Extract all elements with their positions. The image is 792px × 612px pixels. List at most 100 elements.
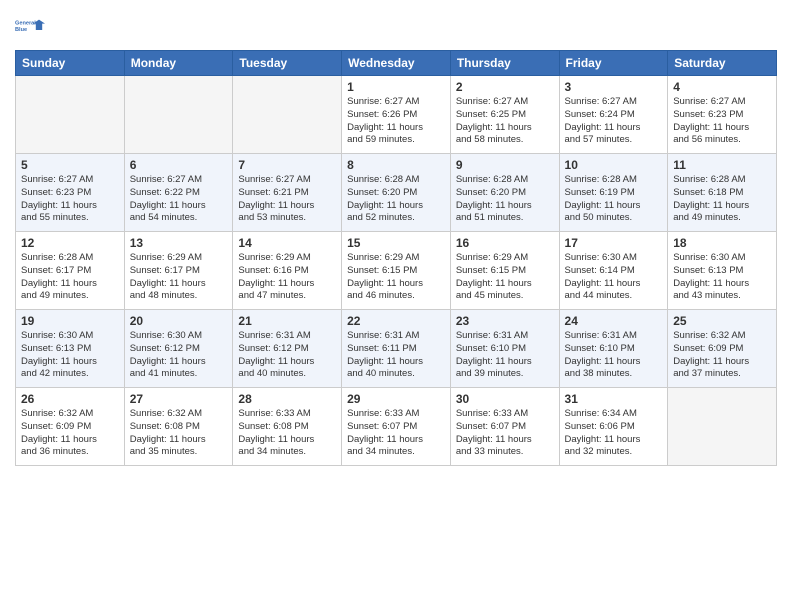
day-of-week-header: Tuesday [233, 51, 342, 76]
calendar-day-cell: 28 Sunrise: 6:33 AM Sunset: 6:08 PM Dayli… [233, 388, 342, 466]
calendar-day-cell: 25 Sunrise: 6:32 AM Sunset: 6:09 PM Dayli… [668, 310, 777, 388]
day-number: 20 [130, 314, 228, 328]
day-info: Sunrise: 6:31 AM Sunset: 6:10 PM Dayligh… [456, 330, 554, 381]
day-number: 3 [565, 80, 663, 94]
day-number: 2 [456, 80, 554, 94]
day-of-week-header: Saturday [668, 51, 777, 76]
page-container: GeneralBlue SundayMondayTuesdayWednesday… [0, 0, 792, 612]
logo-icon: GeneralBlue [15, 10, 47, 42]
day-number: 8 [347, 158, 445, 172]
calendar-day-cell: 21 Sunrise: 6:31 AM Sunset: 6:12 PM Dayli… [233, 310, 342, 388]
calendar-day-cell: 30 Sunrise: 6:33 AM Sunset: 6:07 PM Dayli… [450, 388, 559, 466]
day-number: 27 [130, 392, 228, 406]
calendar-day-cell [124, 76, 233, 154]
day-info: Sunrise: 6:29 AM Sunset: 6:15 PM Dayligh… [347, 252, 445, 303]
day-number: 15 [347, 236, 445, 250]
day-info: Sunrise: 6:32 AM Sunset: 6:09 PM Dayligh… [21, 408, 119, 459]
day-number: 19 [21, 314, 119, 328]
calendar-day-cell: 26 Sunrise: 6:32 AM Sunset: 6:09 PM Dayli… [16, 388, 125, 466]
calendar-day-cell: 23 Sunrise: 6:31 AM Sunset: 6:10 PM Dayli… [450, 310, 559, 388]
day-number: 28 [238, 392, 336, 406]
day-number: 17 [565, 236, 663, 250]
day-info: Sunrise: 6:27 AM Sunset: 6:23 PM Dayligh… [673, 96, 771, 147]
day-of-week-header: Thursday [450, 51, 559, 76]
day-info: Sunrise: 6:27 AM Sunset: 6:24 PM Dayligh… [565, 96, 663, 147]
day-number: 25 [673, 314, 771, 328]
day-info: Sunrise: 6:27 AM Sunset: 6:25 PM Dayligh… [456, 96, 554, 147]
day-info: Sunrise: 6:30 AM Sunset: 6:12 PM Dayligh… [130, 330, 228, 381]
day-number: 22 [347, 314, 445, 328]
logo: GeneralBlue [15, 10, 47, 42]
day-of-week-header: Friday [559, 51, 668, 76]
day-number: 6 [130, 158, 228, 172]
day-number: 7 [238, 158, 336, 172]
day-info: Sunrise: 6:29 AM Sunset: 6:15 PM Dayligh… [456, 252, 554, 303]
calendar-day-cell: 27 Sunrise: 6:32 AM Sunset: 6:08 PM Dayli… [124, 388, 233, 466]
calendar-day-cell: 1 Sunrise: 6:27 AM Sunset: 6:26 PM Daylig… [342, 76, 451, 154]
day-number: 11 [673, 158, 771, 172]
day-number: 13 [130, 236, 228, 250]
day-info: Sunrise: 6:31 AM Sunset: 6:12 PM Dayligh… [238, 330, 336, 381]
calendar-day-cell: 4 Sunrise: 6:27 AM Sunset: 6:23 PM Daylig… [668, 76, 777, 154]
calendar-week-row: 5Sunrise: 6:27 AM Sunset: 6:23 PM Daylig… [16, 154, 777, 232]
calendar-day-cell: 17 Sunrise: 6:30 AM Sunset: 6:14 PM Dayli… [559, 232, 668, 310]
day-number: 29 [347, 392, 445, 406]
day-info: Sunrise: 6:30 AM Sunset: 6:13 PM Dayligh… [673, 252, 771, 303]
day-number: 18 [673, 236, 771, 250]
day-info: Sunrise: 6:31 AM Sunset: 6:11 PM Dayligh… [347, 330, 445, 381]
day-of-week-header: Monday [124, 51, 233, 76]
calendar-week-row: 19 Sunrise: 6:30 AM Sunset: 6:13 PM Dayli… [16, 310, 777, 388]
day-info: Sunrise: 6:30 AM Sunset: 6:14 PM Dayligh… [565, 252, 663, 303]
day-info: Sunrise: 6:33 AM Sunset: 6:07 PM Dayligh… [456, 408, 554, 459]
svg-text:General: General [15, 20, 36, 26]
calendar-day-cell: 13Sunrise: 6:29 AM Sunset: 6:17 PM Dayli… [124, 232, 233, 310]
calendar-header-row: SundayMondayTuesdayWednesdayThursdayFrid… [16, 51, 777, 76]
calendar-day-cell: 14Sunrise: 6:29 AM Sunset: 6:16 PM Dayli… [233, 232, 342, 310]
day-number: 14 [238, 236, 336, 250]
day-info: Sunrise: 6:30 AM Sunset: 6:13 PM Dayligh… [21, 330, 119, 381]
calendar-day-cell: 18 Sunrise: 6:30 AM Sunset: 6:13 PM Dayli… [668, 232, 777, 310]
day-info: Sunrise: 6:32 AM Sunset: 6:09 PM Dayligh… [673, 330, 771, 381]
day-number: 21 [238, 314, 336, 328]
calendar-day-cell: 10 Sunrise: 6:28 AM Sunset: 6:19 PM Dayli… [559, 154, 668, 232]
day-info: Sunrise: 6:28 AM Sunset: 6:20 PM Dayligh… [456, 174, 554, 225]
calendar-day-cell: 22 Sunrise: 6:31 AM Sunset: 6:11 PM Dayli… [342, 310, 451, 388]
calendar-table: SundayMondayTuesdayWednesdayThursdayFrid… [15, 50, 777, 466]
day-number: 23 [456, 314, 554, 328]
day-of-week-header: Sunday [16, 51, 125, 76]
calendar-week-row: 12Sunrise: 6:28 AM Sunset: 6:17 PM Dayli… [16, 232, 777, 310]
day-info: Sunrise: 6:28 AM Sunset: 6:19 PM Dayligh… [565, 174, 663, 225]
day-of-week-header: Wednesday [342, 51, 451, 76]
day-number: 1 [347, 80, 445, 94]
calendar-day-cell: 31Sunrise: 6:34 AM Sunset: 6:06 PM Dayli… [559, 388, 668, 466]
calendar-day-cell: 3 Sunrise: 6:27 AM Sunset: 6:24 PM Daylig… [559, 76, 668, 154]
calendar-day-cell: 24 Sunrise: 6:31 AM Sunset: 6:10 PM Dayli… [559, 310, 668, 388]
calendar-day-cell: 9 Sunrise: 6:28 AM Sunset: 6:20 PM Daylig… [450, 154, 559, 232]
day-number: 4 [673, 80, 771, 94]
svg-text:Blue: Blue [15, 27, 27, 33]
calendar-day-cell: 11Sunrise: 6:28 AM Sunset: 6:18 PM Dayli… [668, 154, 777, 232]
calendar-day-cell: 15 Sunrise: 6:29 AM Sunset: 6:15 PM Dayli… [342, 232, 451, 310]
day-info: Sunrise: 6:32 AM Sunset: 6:08 PM Dayligh… [130, 408, 228, 459]
day-info: Sunrise: 6:28 AM Sunset: 6:20 PM Dayligh… [347, 174, 445, 225]
day-number: 16 [456, 236, 554, 250]
day-info: Sunrise: 6:31 AM Sunset: 6:10 PM Dayligh… [565, 330, 663, 381]
calendar-day-cell: 7 Sunrise: 6:27 AM Sunset: 6:21 PM Daylig… [233, 154, 342, 232]
day-info: Sunrise: 6:27 AM Sunset: 6:21 PM Dayligh… [238, 174, 336, 225]
day-info: Sunrise: 6:27 AM Sunset: 6:26 PM Dayligh… [347, 96, 445, 147]
calendar-day-cell: 20 Sunrise: 6:30 AM Sunset: 6:12 PM Dayli… [124, 310, 233, 388]
day-number: 30 [456, 392, 554, 406]
day-info: Sunrise: 6:28 AM Sunset: 6:17 PM Dayligh… [21, 252, 119, 303]
calendar-day-cell [668, 388, 777, 466]
calendar-day-cell: 16 Sunrise: 6:29 AM Sunset: 6:15 PM Dayli… [450, 232, 559, 310]
day-number: 9 [456, 158, 554, 172]
header: GeneralBlue [15, 10, 777, 42]
calendar-day-cell: 19 Sunrise: 6:30 AM Sunset: 6:13 PM Dayli… [16, 310, 125, 388]
day-number: 10 [565, 158, 663, 172]
calendar-day-cell [233, 76, 342, 154]
calendar-week-row: 1 Sunrise: 6:27 AM Sunset: 6:26 PM Daylig… [16, 76, 777, 154]
day-number: 26 [21, 392, 119, 406]
day-info: Sunrise: 6:33 AM Sunset: 6:08 PM Dayligh… [238, 408, 336, 459]
day-number: 24 [565, 314, 663, 328]
calendar-day-cell: 8 Sunrise: 6:28 AM Sunset: 6:20 PM Daylig… [342, 154, 451, 232]
